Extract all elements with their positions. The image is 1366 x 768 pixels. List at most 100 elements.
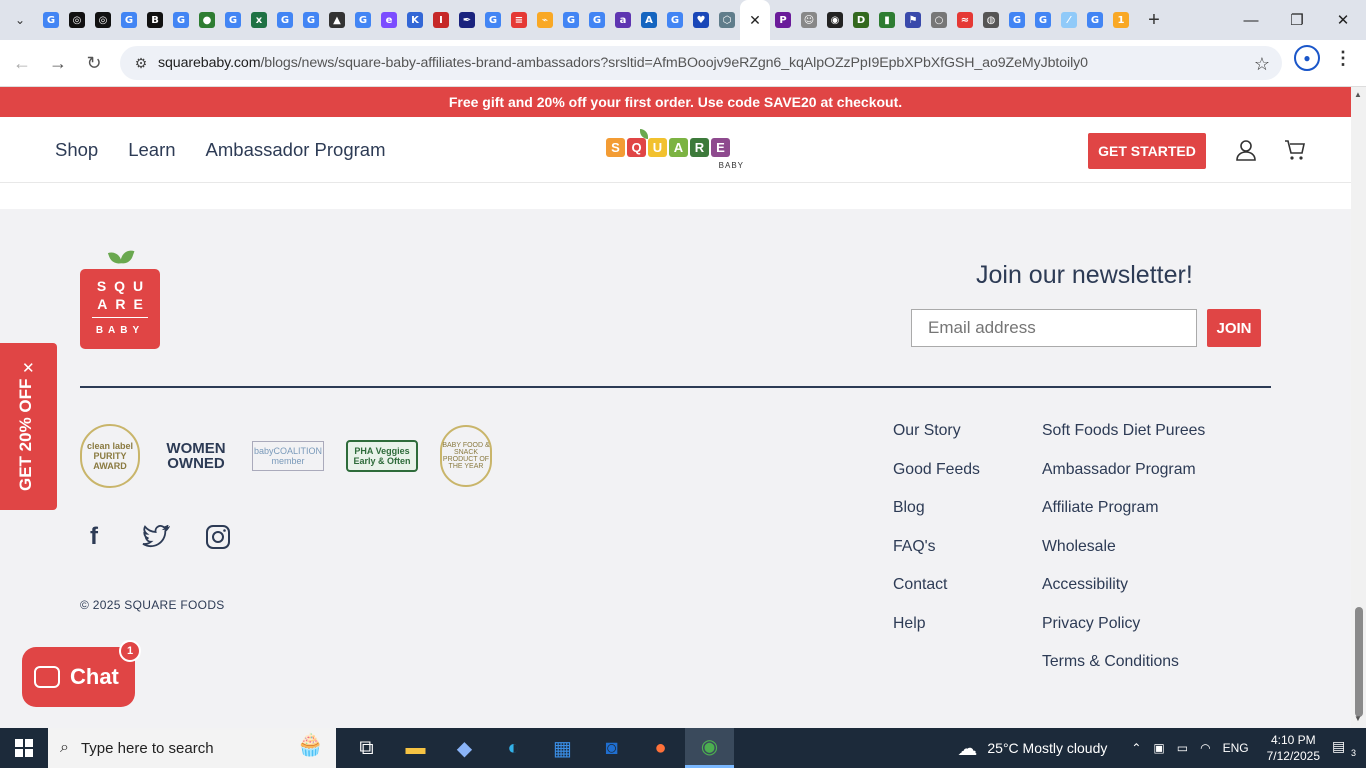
firefox-icon[interactable]: ● [636, 728, 685, 768]
nav-ambassador-program[interactable]: Ambassador Program [206, 139, 386, 161]
footer-link[interactable]: Help [893, 615, 980, 655]
tab-23-az-icon[interactable]: A [636, 0, 662, 40]
store-icon[interactable]: ▦ [538, 728, 587, 768]
square-baby-logo[interactable]: SQUARE BABY [606, 129, 746, 173]
footer-link[interactable]: Contact [893, 577, 980, 616]
tab-11-mortarboard-icon[interactable]: ▲ [324, 0, 350, 40]
tab-right-12-google-icon[interactable]: G [1082, 0, 1108, 40]
tab-14-k-logo-icon[interactable]: K [402, 0, 428, 40]
forward-arrow-icon[interactable]: → [40, 45, 76, 81]
tab-right-3-green-d-icon[interactable]: D [848, 0, 874, 40]
outlook-icon[interactable]: ◙ [587, 728, 636, 768]
scroll-down-icon[interactable]: ▼ [1354, 714, 1362, 723]
cart-icon[interactable] [1284, 139, 1306, 167]
language-indicator[interactable]: ENG [1223, 741, 1249, 755]
twitter-icon[interactable] [142, 522, 170, 552]
tab-2-openai-icon[interactable]: ◎ [90, 0, 116, 40]
tab-22-affirm-icon[interactable]: a [610, 0, 636, 40]
tab-16-pen-icon[interactable]: ✒ [454, 0, 480, 40]
tab-5-google-icon[interactable]: G [168, 0, 194, 40]
footer-link[interactable]: Our Story [893, 423, 980, 462]
notification-center-icon[interactable]: ▤ 3 [1332, 738, 1356, 758]
footer-link[interactable]: Blog [893, 500, 980, 539]
footer-link[interactable]: Affiliate Program [1042, 500, 1205, 539]
footer-link[interactable]: Privacy Policy [1042, 615, 1205, 655]
tab-9-google-icon[interactable]: G [272, 0, 298, 40]
edge-icon[interactable]: ◐ [489, 728, 538, 768]
tab-12-google-icon[interactable]: G [350, 0, 376, 40]
bookmark-star-icon[interactable]: ☆ [1254, 54, 1270, 75]
tab-26-hex-icon[interactable]: ⬡ [714, 0, 740, 40]
wifi-icon[interactable]: ◠ [1200, 741, 1210, 755]
footer-link[interactable]: Wholesale [1042, 538, 1205, 578]
browser-menu-icon[interactable]: ⋮ [1334, 48, 1352, 69]
tab-6-globe-icon[interactable]: ● [194, 0, 220, 40]
chat-button[interactable]: Chat 1 [22, 640, 141, 707]
footer-logo[interactable]: SQU ARE BABY [80, 247, 160, 349]
url-text[interactable]: squarebaby.com/blogs/news/square-baby-af… [158, 55, 1088, 71]
footer-link[interactable]: Accessibility [1042, 577, 1205, 616]
tab-19-zigzag-icon[interactable]: ⌁ [532, 0, 558, 40]
footer-link[interactable]: Ambassador Program [1042, 461, 1205, 501]
tab-18-list-icon[interactable]: ≡ [506, 0, 532, 40]
tab-right-9-google-icon[interactable]: G [1004, 0, 1030, 40]
tab-right-11-feather-icon[interactable]: ⁄ [1056, 0, 1082, 40]
tab-right-4-chart-icon[interactable]: ▮ [874, 0, 900, 40]
tab-search-chevron-icon[interactable]: ⌄ [5, 5, 35, 35]
tray-chevron-icon[interactable]: ⌃ [1131, 741, 1141, 755]
tab-24-google-icon[interactable]: G [662, 0, 688, 40]
start-button[interactable] [0, 728, 48, 768]
page-scrollbar[interactable]: ▲ ▼ [1351, 87, 1366, 728]
meet-icon[interactable]: ▣ [1153, 741, 1164, 755]
tab-0-google-icon[interactable]: G [38, 0, 64, 40]
nav-learn[interactable]: Learn [128, 139, 175, 161]
active-tab-close-icon[interactable]: ✕ [740, 0, 770, 40]
battery-icon[interactable]: ▭ [1177, 741, 1188, 755]
side-discount-tab[interactable]: ✕ GET 20% OFF [0, 343, 57, 510]
scroll-up-icon[interactable]: ▲ [1354, 90, 1362, 99]
tab-20-google-icon[interactable]: G [558, 0, 584, 40]
footer-link[interactable]: Good Feeds [893, 461, 980, 501]
join-button[interactable]: JOIN [1207, 309, 1261, 347]
tab-right-2-panda-icon[interactable]: ◉ [822, 0, 848, 40]
close-window-icon[interactable]: ✕ [1320, 0, 1366, 40]
site-info-icon[interactable]: ⚙ [128, 55, 154, 72]
tab-right-6-ring-icon[interactable]: ○ [926, 0, 952, 40]
address-bar[interactable]: ⚙ squarebaby.com/blogs/news/square-baby-… [120, 46, 1282, 80]
tab-right-1-face-icon[interactable]: ☺ [796, 0, 822, 40]
tab-17-google-icon[interactable]: G [480, 0, 506, 40]
reload-icon[interactable]: ↻ [76, 45, 112, 81]
facebook-icon[interactable]: f [80, 522, 108, 552]
tab-right-0-ip-icon[interactable]: P [770, 0, 796, 40]
tab-25-heart-icon[interactable]: ♥ [688, 0, 714, 40]
account-icon[interactable] [1236, 139, 1256, 167]
copilot-icon[interactable]: ◆ [440, 728, 489, 768]
file-explorer-icon[interactable]: ▬ [391, 728, 440, 768]
tab-right-10-google-icon[interactable]: G [1030, 0, 1056, 40]
nav-shop[interactable]: Shop [55, 139, 98, 161]
get-started-button[interactable]: GET STARTED [1088, 133, 1206, 169]
clock[interactable]: 4:10 PM 7/12/2025 [1267, 732, 1320, 764]
scrollbar-thumb[interactable] [1355, 607, 1363, 717]
tab-21-google-icon[interactable]: G [584, 0, 610, 40]
tab-1-openai-icon[interactable]: ◎ [64, 0, 90, 40]
tab-right-5-flag-icon[interactable]: ⚑ [900, 0, 926, 40]
footer-link[interactable]: FAQ's [893, 538, 980, 578]
tab-right-13-one-icon[interactable]: 1 [1108, 0, 1134, 40]
back-arrow-icon[interactable]: ← [4, 45, 40, 81]
profile-avatar-icon[interactable]: ● [1294, 45, 1320, 71]
weather-widget[interactable]: ☁ 25°C Mostly cloudy [957, 736, 1107, 761]
minimize-icon[interactable]: — [1228, 0, 1274, 40]
chrome-icon[interactable]: ◉ [685, 728, 734, 768]
tab-3-google-icon[interactable]: G [116, 0, 142, 40]
tab-8-excel-icon[interactable]: x [246, 0, 272, 40]
promo-banner[interactable]: Free gift and 20% off your first order. … [0, 87, 1351, 117]
instagram-icon[interactable] [204, 522, 232, 552]
task-view-icon[interactable]: ⧉ [342, 728, 391, 768]
close-promo-icon[interactable]: ✕ [22, 359, 35, 377]
email-field[interactable] [911, 309, 1197, 347]
tab-13-circle-e-icon[interactable]: e [376, 0, 402, 40]
footer-link[interactable]: Soft Foods Diet Purees [1042, 423, 1205, 462]
tab-15-i-logo-icon[interactable]: I [428, 0, 454, 40]
restore-icon[interactable]: ❐ [1274, 0, 1320, 40]
